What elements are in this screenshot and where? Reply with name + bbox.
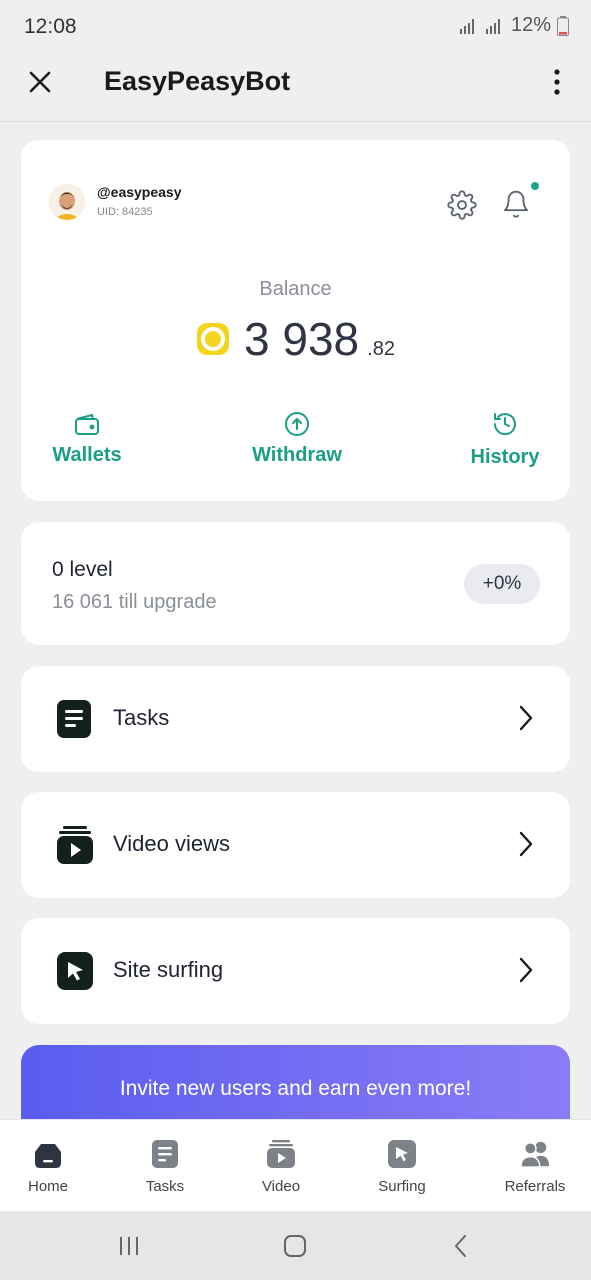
tasks-menu-item[interactable]: Tasks [21,666,570,772]
nav-referrals[interactable]: Referrals [500,1120,570,1212]
wallet-icon [75,413,99,435]
nav-surfing-label: Surfing [378,1178,426,1195]
home-icon [35,1144,61,1168]
nav-home-label: Home [27,1178,68,1195]
nav-surfing[interactable]: Surfing [369,1120,435,1212]
bottom-nav: Home Tasks Video Surfing Referrals [0,1119,591,1211]
notification-dot [529,180,541,192]
cursor-icon [57,952,93,990]
status-indicators: 12% [459,14,569,37]
signal-icon [459,18,474,34]
nav-referrals-label: Referrals [504,1178,566,1195]
video-views-label: Video views [113,831,230,856]
status-bar: 12:08 12% [0,0,591,52]
nav-tasks[interactable]: Tasks [135,1120,195,1212]
tasks-icon [57,700,91,738]
back-icon [455,1235,466,1257]
tasks-icon [152,1140,178,1168]
invite-text: Invite new users and earn even more! [119,1077,472,1100]
tasks-label: Tasks [113,705,170,730]
signal-icon [485,18,500,34]
profile-card: @easypeasy UID: 84235 Balance 3 938 .82 [21,140,570,501]
recent-apps-icon [120,1237,138,1255]
recent-apps-button[interactable] [114,1233,144,1259]
balance-decimals: .82 [367,338,395,360]
wallets-button[interactable]: Wallets [51,410,123,467]
coin-icon [197,323,230,355]
history-button[interactable]: History [467,410,543,469]
withdraw-label: Withdraw [252,444,342,466]
notifications-button[interactable] [499,186,533,222]
chevron-right-icon [519,957,533,983]
username: @easypeasy [97,184,182,200]
users-icon [520,1141,550,1168]
gear-icon [447,190,477,220]
close-button[interactable] [24,66,56,98]
balance-label: Balance [259,278,332,300]
avatar-image [49,184,85,220]
settings-button[interactable] [445,188,479,222]
level-upgrade-text: 16 061 till upgrade [52,591,217,613]
withdraw-button[interactable]: Withdraw [247,410,347,467]
arrow-up-circle-icon [285,412,309,436]
nav-home[interactable]: Home [18,1120,78,1212]
site-surfing-label: Site surfing [113,957,224,982]
home-square-icon [284,1235,306,1257]
chevron-right-icon [519,831,533,857]
wallets-label: Wallets [52,444,122,466]
history-icon [493,413,516,436]
bell-icon [504,190,528,218]
more-vertical-icon [554,69,560,95]
level-bonus-badge: +0% [464,564,540,604]
history-label: History [470,446,540,468]
nav-tasks-label: Tasks [145,1178,185,1195]
chevron-right-icon [519,705,533,731]
system-nav-bar [0,1211,591,1280]
level-card[interactable]: 0 level 16 061 till upgrade +0% [21,522,570,645]
home-system-button[interactable] [280,1233,310,1259]
video-views-menu-item[interactable]: Video views [21,792,570,898]
user-id: UID: 84235 [97,206,153,218]
site-surfing-menu-item[interactable]: Site surfing [21,918,570,1024]
balance-amount: 3 938 .82 [21,312,570,366]
back-system-button[interactable] [446,1233,476,1259]
nav-video-label: Video [261,1178,301,1195]
nav-video[interactable]: Video [251,1120,311,1212]
cursor-icon [388,1140,416,1168]
level-title: 0 level [52,558,113,581]
close-icon [29,71,51,93]
battery-icon [557,15,569,36]
balance-integer: 3 938 [244,313,360,365]
avatar[interactable] [49,184,85,220]
video-icon [57,826,93,864]
more-options-button[interactable] [545,66,569,98]
status-time: 12:08 [24,15,77,38]
app-header: EasyPeasyBot [0,52,591,122]
video-icon [267,1140,295,1168]
battery-text: 12% [510,14,551,36]
app-title: EasyPeasyBot [104,66,291,96]
